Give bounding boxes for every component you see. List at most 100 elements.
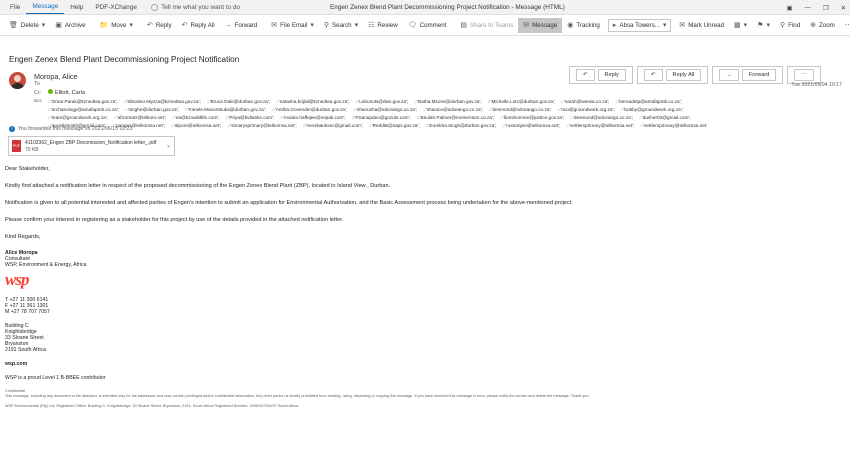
review-button[interactable]: ☷ Review bbox=[363, 18, 403, 33]
restore-icon[interactable]: ❐ bbox=[823, 4, 829, 12]
reply-all-button[interactable]: ↶ Reply All bbox=[177, 18, 220, 33]
bcc-label: Bcc bbox=[34, 98, 42, 103]
phone-line: M +27 78 707 7057 bbox=[5, 309, 50, 315]
bcc-recipient[interactable]: 'team@groundwork.org.za'; bbox=[48, 114, 108, 121]
bcc-recipient[interactable]: 'Eurekha.Singh@durban.gov.za'; bbox=[426, 122, 496, 129]
bcc-recipient[interactable]: 'shanusha@sdceango.co.za'; bbox=[353, 106, 417, 113]
bcc-recipient[interactable]: 'rustomjee@telkomsa.net'; bbox=[502, 122, 560, 129]
archive-button[interactable]: ▣ Archive bbox=[50, 18, 90, 33]
email-subject: Engen Zenex Blend Plant Decommissioning … bbox=[9, 55, 240, 64]
bcc-recipient[interactable]: 'Omar.Parak@kznedtea.gov.za'; bbox=[48, 98, 118, 105]
bcc-recipient[interactable]: 'rico@groundwork.org.za'; bbox=[558, 106, 614, 113]
more-icon: ⋯ bbox=[794, 69, 814, 81]
bcc-recipient[interactable]: 'Anitha.Govender@durban.gov.za'; bbox=[272, 106, 347, 113]
reading-reply-all-button[interactable]: ↶ Reply All bbox=[636, 66, 709, 84]
search-button[interactable]: ⚲ Search ▾ bbox=[319, 18, 363, 33]
flag-icon: ⚑ bbox=[757, 22, 764, 29]
bcc-recipient[interactable]: 'dusher03@gmail.com'; bbox=[639, 114, 691, 121]
bcc-recipient[interactable]: 'Priya@bvltanks.com'; bbox=[226, 114, 274, 121]
bcc-recipient[interactable]: 'bobby@groundwork.org.za'; bbox=[621, 106, 683, 113]
minimize-icon[interactable]: — bbox=[805, 4, 811, 11]
share-to-teams-button[interactable]: ▤ Share to Teams bbox=[455, 18, 518, 33]
bcc-recipient[interactable]: 'merebanksec@gmail.com'; bbox=[303, 122, 363, 129]
categorize-button[interactable]: ▦ ▾ bbox=[729, 18, 752, 33]
signature-block: Alice Moropa Consultant WSP, Environment… bbox=[5, 250, 86, 268]
bcc-recipient[interactable]: 'natasha.brijlal@kznedtea.gov.za'; bbox=[276, 98, 350, 105]
chevron-down-icon[interactable]: ⌄ bbox=[166, 142, 171, 149]
signature-address: Building C Knightsbridge 33 Sloane Stree… bbox=[5, 323, 46, 353]
bcc-recipient[interactable]: 'bernadetp@amafapmb.co.za'; bbox=[615, 98, 682, 105]
website-link[interactable]: wsp.com bbox=[5, 361, 27, 367]
bcc-recipient-list: 'Omar.Parak@kznedtea.gov.za'; 'Sibusiso.M… bbox=[48, 98, 738, 129]
menu-pdf-xchange[interactable]: PDF-XChange bbox=[89, 0, 143, 14]
bcc-recipient[interactable]: 'desmond@sdceango.co.za'; bbox=[489, 106, 552, 113]
move-button[interactable]: 📁 Move ▾ bbox=[95, 18, 138, 33]
find-button[interactable]: ⚲ Find bbox=[775, 18, 805, 33]
bcc-recipient[interactable]: 'llomihomme@justice.gov.za'; bbox=[500, 114, 564, 121]
tell-me-text: Tell me what you want to do bbox=[161, 3, 240, 11]
bcc-recipient[interactable]: 'afrormatz@telkom.net'; bbox=[114, 114, 166, 121]
tracking-icon: ◉ bbox=[567, 22, 574, 29]
bcc-recipient[interactable]: 'PSanupdeo@gozuts.com'; bbox=[352, 114, 410, 121]
ribbon-display-icon[interactable]: ▣ bbox=[786, 4, 792, 12]
bcc-recipient[interactable]: 'ReddiB@saps.gov.za'; bbox=[369, 122, 420, 129]
bcc-recipient[interactable]: 'Batha.Msomi@durban.gov.za'; bbox=[414, 98, 482, 105]
bcc-recipient[interactable]: 'ea@kznwildlife.com'; bbox=[172, 114, 220, 121]
teams-icon: ▤ bbox=[460, 22, 468, 29]
zoom-button[interactable]: ⊕ Zoom bbox=[805, 18, 840, 33]
menu-help[interactable]: Help bbox=[64, 0, 89, 14]
attachment-size: 79 KB bbox=[25, 146, 39, 153]
reply-button[interactable]: ↶ Reply bbox=[142, 18, 177, 33]
bcc-recipient[interactable]: 'archaeology@amafapmb.co.za'; bbox=[48, 106, 119, 113]
presence-icon bbox=[47, 89, 53, 94]
bcc-recipient[interactable]: 'shanice@sdceango.co.za'; bbox=[423, 106, 483, 113]
window-controls: ▣ — ❐ ✕ bbox=[786, 0, 846, 15]
bcc-recipient[interactable]: 'Michelle.Lotz@durban.gov.za'; bbox=[488, 98, 556, 105]
more-options-button[interactable]: ⋯ bbox=[840, 18, 850, 33]
menu-message[interactable]: Message bbox=[26, 0, 65, 14]
menu-bar: File Message Help PDF-XChange bbox=[0, 0, 143, 14]
zoom-icon: ⊕ bbox=[810, 22, 817, 29]
bcc-recipient[interactable]: 'Beulah.Palmer@momentum.co.za'; bbox=[417, 114, 495, 121]
quick-steps-dropdown[interactable]: ▸ Absa Towers... ▾ bbox=[607, 18, 672, 32]
chevron-down-icon: ▾ bbox=[662, 22, 667, 29]
mark-unread-button[interactable]: ✉ Mark Unread bbox=[674, 18, 729, 33]
bcc-recipient[interactable]: 'desmond@sdceango.co.za'; bbox=[570, 114, 633, 121]
message-button[interactable]: ✉ Message bbox=[518, 17, 563, 33]
forward-button[interactable]: → Forward bbox=[220, 18, 263, 33]
wsp-logo: wsp bbox=[5, 270, 29, 289]
reading-reply-button[interactable]: ↶ Reply bbox=[568, 66, 633, 84]
body-paragraph: Kindly find attached a notification lett… bbox=[5, 183, 391, 189]
find-icon: ⚲ bbox=[779, 22, 786, 29]
flag-button[interactable]: ⚑ ▾ bbox=[752, 18, 775, 33]
comment-button[interactable]: 🗨 Comment bbox=[403, 18, 452, 33]
bcc-recipient[interactable]: 'Sibusiso.Myeza@kznedtea.gov.za'; bbox=[124, 98, 200, 105]
sender-avatar[interactable] bbox=[9, 72, 26, 89]
attachment-card[interactable]: PDF 41102362_Engen ZBP Decomission_Notif… bbox=[8, 136, 175, 156]
pdf-file-icon: PDF bbox=[12, 140, 21, 152]
trash-icon: 🗑 bbox=[9, 22, 18, 29]
bcc-recipient[interactable]: 'LebunuN@dws.gov.za'; bbox=[355, 98, 408, 105]
cc-recipient[interactable]: Elliott, Carla bbox=[47, 89, 85, 96]
bcc-recipient[interactable]: 'alpore@telkomsa.net'; bbox=[171, 122, 221, 129]
tracking-button[interactable]: ◉ Tracking bbox=[562, 18, 605, 33]
bcc-row: Bcc 'Omar.Parak@kznedtea.gov.za'; 'Sibusi… bbox=[34, 98, 738, 129]
info-icon: i bbox=[9, 126, 15, 132]
tell-me-box[interactable]: ◯ Tell me what you want to do bbox=[151, 3, 240, 12]
bcc-recipient[interactable]: 'stmarysprimary@telkomsa.net'; bbox=[227, 122, 296, 129]
menu-file[interactable]: File bbox=[4, 0, 26, 14]
bcc-recipient[interactable]: 'sarah@wessa.co.za'; bbox=[561, 98, 609, 105]
bcc-recipient[interactable]: 'Fanele.Masombuka@durban.gov.za'; bbox=[185, 106, 266, 113]
bcc-recipient[interactable]: 'singhe@durban.gov.za'; bbox=[125, 106, 179, 113]
bcc-recipient[interactable]: 'moiam.haffejee@vopak.com'; bbox=[280, 114, 345, 121]
delete-button[interactable]: 🗑 Delete ▾ bbox=[4, 18, 50, 33]
close-icon[interactable]: ✕ bbox=[841, 4, 846, 12]
bcc-recipient[interactable]: 'Bruce.Dale@durban.gov.za'; bbox=[207, 98, 270, 105]
bcc-recipient[interactable]: 'settlersprimary@telkomsa.net'; bbox=[566, 122, 634, 129]
bcc-recipient[interactable]: 'settlersprimary@telkomsa.net' bbox=[640, 122, 707, 129]
sender-name[interactable]: Moropa, Alice bbox=[34, 72, 78, 81]
file-email-button[interactable]: ✉ File Email ▾ bbox=[266, 18, 319, 33]
file-email-icon: ✉ bbox=[271, 22, 278, 29]
reading-forward-button[interactable]: → Forward bbox=[712, 66, 784, 84]
signature-phones: T +27 11 300 6141 F +27 11 361 1301 M +2… bbox=[5, 297, 50, 315]
